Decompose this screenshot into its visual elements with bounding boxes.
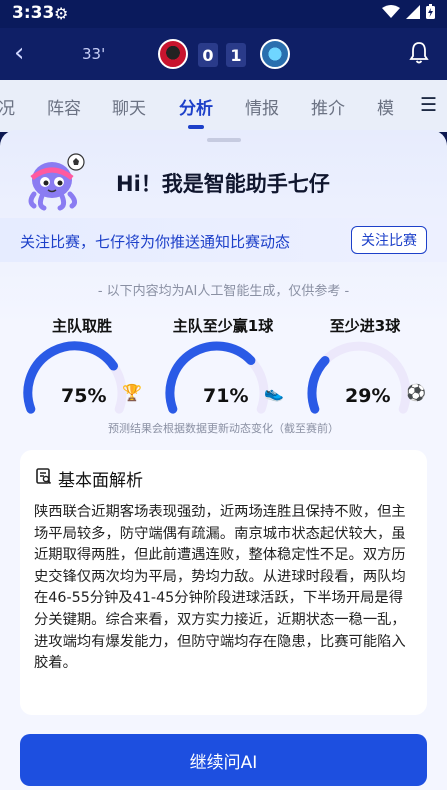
wifi-icon [382, 4, 400, 18]
settings-icon: ⚙ [54, 4, 69, 23]
bell-icon[interactable] [409, 42, 429, 69]
prediction-note: 预测结果会根据数据更新动态变化（截至赛前） [108, 422, 339, 435]
back-icon[interactable]: ‹ [14, 38, 24, 68]
gauge-title-home-win: 主队取胜 [51, 317, 112, 335]
gauge-fill [307, 356, 330, 414]
follow-match-button[interactable]: 关注比赛 [351, 226, 427, 254]
tab-lineup[interactable]: 阵容 [47, 94, 81, 119]
gauge-title-three-goals: 至少进3球 [329, 317, 401, 335]
continue-ask-ai-button[interactable]: 继续问AI [20, 734, 427, 786]
follow-banner-text: 关注比赛，七仔将为你推送通知比赛动态 [20, 233, 291, 251]
status-bar: 3:33 ⚙ [0, 0, 447, 28]
gauge-value-home-win-by-one: 71% [203, 385, 249, 407]
home-score: 0 [198, 43, 218, 67]
analysis-card: 基本面解析 陕西联合近期客场表现强劲，近两场连胜且保持不败，但主场平局较多，防守… [20, 450, 427, 715]
away-team-logo[interactable] [260, 39, 290, 69]
analysis-card-title: 基本面解析 [36, 466, 143, 491]
away-score: 1 [226, 43, 246, 67]
analysis-body: 陕西联合近期客场表现强劲，近两场连胜且保持不败，但主场平局较多，防守端偶有疏漏。… [34, 504, 406, 672]
gauge-value-home-win: 75% [61, 385, 107, 407]
trophy-icon: 🏆 [122, 383, 142, 402]
status-icons [382, 4, 435, 19]
tab-overview[interactable]: 况 [0, 94, 15, 119]
assistant-greeting: Hi！我是智能助手七仔 [116, 172, 330, 196]
match-minute: 33' [82, 45, 106, 63]
tab-model[interactable]: 模 [377, 94, 394, 119]
sort-menu-icon[interactable]: ☰ [420, 94, 437, 116]
tab-chat[interactable]: 聊天 [112, 94, 146, 119]
analysis-title-text: 基本面解析 [58, 471, 143, 491]
status-time: 3:33 [12, 3, 55, 23]
gauge-value-three-goals: 29% [345, 385, 391, 407]
home-team-logo[interactable] [158, 39, 188, 69]
tab-recommend[interactable]: 推介 [311, 94, 345, 119]
active-tab-indicator [188, 125, 204, 129]
soccer-ball-icon: ⚽ [406, 383, 426, 402]
tab-intel[interactable]: 情报 [245, 94, 279, 119]
battery-icon [426, 4, 435, 19]
drag-handle[interactable] [207, 138, 241, 142]
octopus-mascot-icon [28, 153, 85, 211]
signal-icon [406, 4, 420, 19]
gauge-title-home-win-by-one: 主队至少赢1球 [172, 317, 274, 335]
tab-bar: 况 阵容 聊天 分析 情报 推介 模 ☰ [0, 80, 447, 132]
tab-analysis[interactable]: 分析 [179, 94, 213, 119]
match-header: ‹ 33' 0 1 [0, 28, 447, 80]
ai-disclaimer: - 以下内容均为AI人工智能生成，仅供参考 - [97, 284, 350, 299]
document-search-icon [36, 468, 52, 489]
boot-icon: 👟 [264, 383, 284, 402]
ai-assistant-panel: Hi！我是智能助手七仔 关注比赛，七仔将为你推送通知比赛动态 关注比赛 - 以下… [0, 130, 447, 790]
follow-banner: 关注比赛，七仔将为你推送通知比赛动态 关注比赛 [0, 218, 447, 262]
